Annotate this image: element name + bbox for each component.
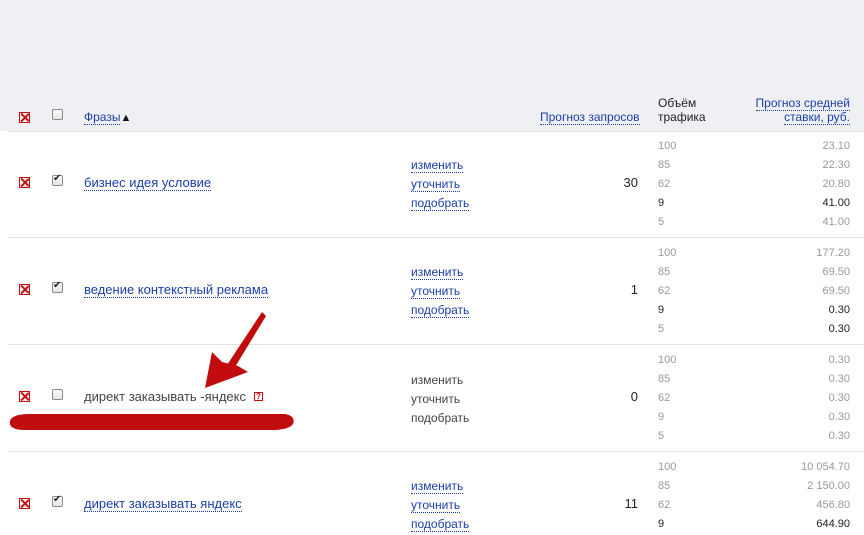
table-row-phrase[interactable]: ведение контекстный реклама (84, 282, 269, 298)
annotation-arrow-shaft (225, 312, 266, 372)
table-row-phrase: директ заказывать -яндекс (84, 389, 246, 404)
price-value: 644.90 (816, 518, 850, 530)
forecast-value: 1 (630, 282, 638, 297)
phrase-link[interactable]: директ заказывать яндекс (84, 496, 242, 512)
refine-link[interactable]: уточнить (411, 177, 461, 192)
row-divider (8, 344, 864, 345)
edit-link[interactable]: изменить (411, 479, 464, 494)
traffic-value: 100 (658, 247, 677, 259)
price-column-header[interactable]: Прогноз средней ставки, руб. (740, 96, 850, 125)
traffic-value: 62 (658, 178, 671, 190)
price-value: 10 054.70 (801, 461, 850, 473)
select-all-checkbox[interactable] (52, 109, 63, 120)
table-row-phrase[interactable]: бизнес идея условие (84, 175, 212, 191)
price-value: 22.30 (822, 159, 850, 171)
price-value: 0.30 (828, 354, 850, 366)
traffic-value: 85 (658, 480, 671, 492)
price-value: 20.80 (822, 178, 850, 190)
price-value: 0.30 (828, 392, 850, 404)
annotation-arrow-head (205, 352, 248, 388)
phrases-sort-link[interactable]: Фразы (84, 110, 121, 125)
row-checkbox[interactable] (52, 494, 63, 507)
traffic-value: 5 (658, 216, 665, 228)
pick-link[interactable]: подобрать (411, 303, 470, 318)
traffic-header-line1: Объём (658, 96, 697, 110)
price-value: 69.50 (822, 285, 850, 297)
edit-action: изменить (411, 373, 464, 387)
price-value: 456.80 (816, 499, 850, 511)
refine-link[interactable]: уточнить (411, 498, 461, 513)
price-header-line2[interactable]: ставки, руб. (784, 110, 850, 125)
price-value: 0.30 (828, 323, 850, 335)
price-value: 2 150.00 (807, 480, 850, 492)
pick-action: подобрать (411, 411, 470, 425)
traffic-value: 9 (658, 518, 665, 530)
price-value: 23.10 (822, 140, 850, 152)
pick-link[interactable]: подобрать (411, 517, 470, 532)
forecast-value: 11 (624, 496, 639, 511)
pick-link[interactable]: подобрать (411, 196, 470, 211)
phrase-link[interactable]: бизнес идея условие (84, 175, 212, 191)
row-checkbox[interactable] (52, 173, 63, 186)
refine-link[interactable]: уточнить (411, 284, 461, 299)
row-divider (8, 451, 864, 452)
phrases-column-header[interactable]: Фразы▲ (84, 110, 132, 125)
traffic-value: 62 (658, 285, 671, 297)
sort-asc-icon: ▲ (120, 112, 132, 124)
delete-row-icon[interactable] (19, 284, 30, 295)
price-value: 0.30 (828, 411, 850, 423)
edit-link[interactable]: изменить (411, 158, 464, 173)
delete-row-icon[interactable] (19, 391, 30, 402)
traffic-value: 100 (658, 354, 677, 366)
traffic-value: 100 (658, 461, 677, 473)
price-value: 0.30 (828, 373, 850, 385)
price-header-line1[interactable]: Прогноз средней (755, 96, 850, 111)
refine-action: уточнить (411, 392, 461, 406)
forecast-column-header[interactable]: Прогноз запросов (540, 110, 640, 125)
delete-row-icon[interactable] (19, 177, 30, 188)
traffic-value: 85 (658, 373, 671, 385)
price-value: 0.30 (828, 304, 850, 316)
price-value: 177.20 (816, 247, 850, 259)
price-value: 41.00 (822, 216, 850, 228)
forecast-value: 0 (630, 389, 638, 404)
row-checkbox[interactable] (52, 280, 63, 293)
forecast-value: 30 (623, 175, 638, 190)
question-icon[interactable]: ? (254, 392, 263, 401)
row-checkbox[interactable] (52, 389, 63, 400)
row-divider (8, 131, 864, 132)
price-value: 41.00 (822, 197, 850, 209)
edit-link[interactable]: изменить (411, 265, 464, 280)
row-divider (8, 237, 864, 238)
traffic-value: 9 (658, 411, 665, 423)
price-value: 0.30 (828, 430, 850, 442)
traffic-value: 85 (658, 159, 671, 171)
traffic-value: 5 (658, 430, 665, 442)
traffic-value: 62 (658, 499, 671, 511)
delete-row-icon[interactable] (19, 498, 30, 509)
traffic-value: 5 (658, 323, 665, 335)
forecast-sort-link[interactable]: Прогноз запросов (540, 110, 640, 125)
annotation-underline (9, 414, 294, 430)
table-row-phrase[interactable]: директ заказывать яндекс (84, 496, 242, 512)
traffic-value: 9 (658, 304, 665, 316)
phrase-link[interactable]: ведение контекстный реклама (84, 282, 269, 298)
traffic-column-header: Объём трафика (658, 96, 706, 124)
price-value: 69.50 (822, 266, 850, 278)
phrase-text: директ заказывать -яндекс (84, 389, 246, 404)
traffic-header-line2: трафика (658, 110, 706, 124)
traffic-value: 85 (658, 266, 671, 278)
delete-all-icon[interactable] (19, 112, 30, 123)
traffic-value: 100 (658, 140, 677, 152)
traffic-value: 9 (658, 197, 665, 209)
traffic-value: 62 (658, 392, 671, 404)
